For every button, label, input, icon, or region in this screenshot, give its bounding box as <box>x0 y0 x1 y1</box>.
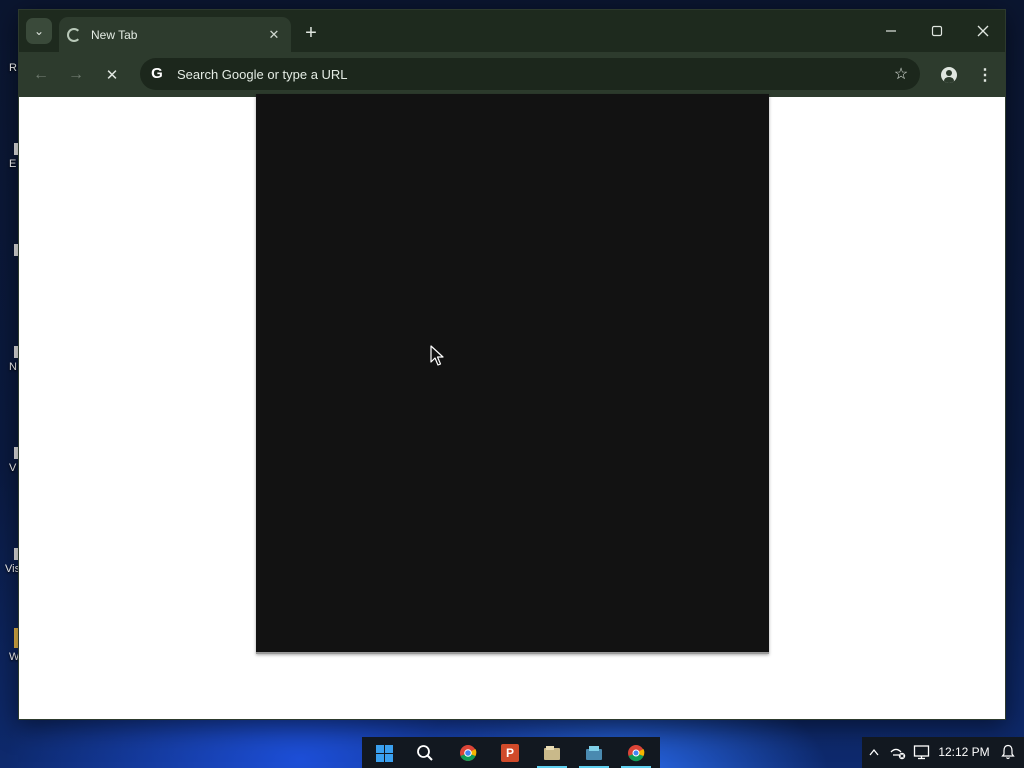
taskbar-apps: P <box>362 737 660 768</box>
tab-close-button[interactable]: ✕ <box>265 26 283 44</box>
notifications-button[interactable] <box>998 742 1018 762</box>
tab-title: New Tab <box>91 27 138 42</box>
chevron-down-icon: ⌄ <box>33 24 45 38</box>
browser-toolbar: ← → ✕ G Search Google or type a URL ☆ ⋮ <box>19 52 1005 97</box>
clock[interactable]: 12:12 PM <box>937 742 991 762</box>
desktop-icon-label: V <box>9 462 17 474</box>
start-button[interactable] <box>371 740 397 766</box>
app-icon <box>586 746 602 760</box>
tab-search-button[interactable]: ⌄ <box>26 18 52 44</box>
taskbar-file-manager[interactable] <box>537 740 567 768</box>
minimize-icon <box>886 30 896 32</box>
close-icon <box>977 25 989 37</box>
forward-button[interactable]: → <box>63 62 89 88</box>
show-hidden-icons-button[interactable] <box>866 742 882 762</box>
profile-button[interactable] <box>937 63 961 87</box>
desktop-icon[interactable]: Vis <box>0 548 18 575</box>
google-g-icon: G <box>151 65 163 82</box>
chrome-alt-icon <box>628 745 645 762</box>
dark-loading-panel <box>256 94 769 654</box>
address-bar[interactable]: G Search Google or type a URL ☆ <box>140 58 920 90</box>
taskbar-app[interactable] <box>579 740 609 768</box>
file-manager-icon <box>544 746 560 760</box>
arrow-right-icon: → <box>68 66 84 83</box>
taskbar-search-button[interactable] <box>412 740 438 766</box>
mouse-cursor-icon <box>430 345 444 366</box>
stop-loading-button[interactable]: ✕ <box>99 62 125 88</box>
desktop-icon[interactable]: E <box>0 143 18 170</box>
desktop-icon[interactable] <box>0 244 18 259</box>
powerpoint-icon: P <box>501 744 519 762</box>
page-content <box>19 94 1005 719</box>
desktop-icon[interactable]: N <box>0 346 18 373</box>
back-button[interactable]: ← <box>28 62 54 88</box>
browser-window: ⌄ New Tab ✕ + ← → ✕ G Search Google or t… <box>18 9 1006 720</box>
monitor-icon <box>913 745 930 760</box>
bell-icon <box>1001 744 1015 760</box>
tab-new-tab[interactable]: New Tab ✕ <box>59 17 291 52</box>
browser-menu-button[interactable]: ⋮ <box>973 63 997 87</box>
desktop-icon-label: E <box>9 158 17 170</box>
desktop-icon-label: Vis <box>5 563 18 575</box>
network-disconnected-icon <box>890 748 906 760</box>
maximize-icon <box>931 25 943 37</box>
minimize-button[interactable] <box>871 16 911 46</box>
bookmark-star-button[interactable]: ☆ <box>888 61 914 87</box>
chevron-up-icon <box>869 748 879 756</box>
address-bar-placeholder: Search Google or type a URL <box>177 66 348 82</box>
network-status-button[interactable] <box>888 742 908 762</box>
new-tab-button[interactable]: + <box>299 21 323 45</box>
title-bar: ⌄ New Tab ✕ + <box>19 10 1005 52</box>
desktop-icon-label: R <box>9 62 17 74</box>
taskbar-powerpoint[interactable]: P <box>497 740 523 766</box>
desktop-icon[interactable]: V <box>0 447 18 474</box>
maximize-button[interactable] <box>917 16 957 46</box>
search-icon <box>417 745 433 761</box>
loading-spinner-icon <box>67 27 81 42</box>
desktop-icon[interactable]: W <box>0 628 18 663</box>
desktop-icon-label: W <box>9 651 18 663</box>
windows-start-icon <box>375 744 393 762</box>
stop-icon: ✕ <box>105 67 119 84</box>
profile-avatar-icon <box>941 67 957 83</box>
display-button[interactable] <box>912 742 932 762</box>
system-tray: 12:12 PM <box>862 737 1024 768</box>
arrow-left-icon: ← <box>33 66 49 83</box>
desktop-icon-recycle-bin[interactable]: R <box>0 62 18 74</box>
taskbar-chrome[interactable] <box>455 740 481 766</box>
taskbar-chrome-alt[interactable] <box>621 740 651 768</box>
chrome-icon <box>460 745 477 762</box>
desktop-icon-label: N <box>9 361 17 373</box>
close-window-button[interactable] <box>963 16 1003 46</box>
